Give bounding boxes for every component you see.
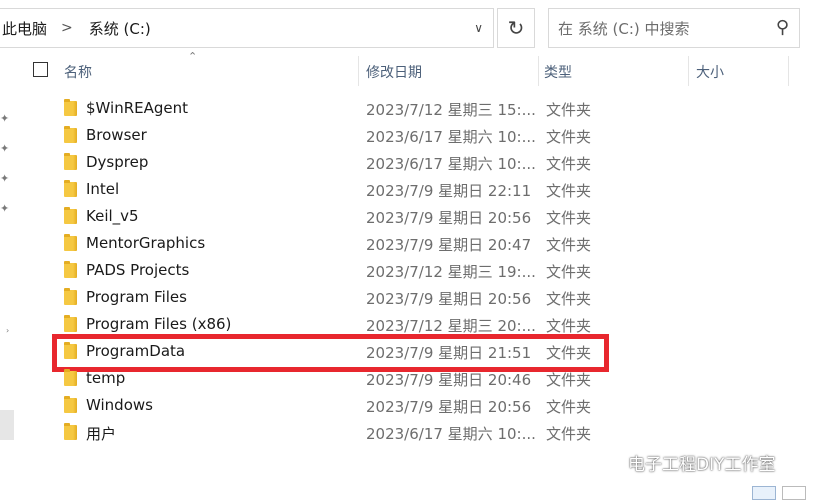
file-name[interactable]: Program Files (x86)	[86, 315, 231, 333]
file-type: 文件夹	[546, 236, 592, 254]
select-all-checkbox[interactable]	[33, 62, 48, 77]
table-row[interactable]: Program Files (x86) 2023/7/12 星期三 20:...…	[0, 311, 824, 338]
table-row[interactable]: PADS Projects 2023/7/12 星期三 19:... 文件夹	[0, 257, 824, 284]
breadcrumb-system-c[interactable]: 系统 (C:)	[87, 18, 151, 39]
file-date: 2023/7/12 星期三 20:...	[366, 317, 536, 335]
file-date: 2023/7/9 星期日 21:51	[366, 344, 532, 362]
file-date: 2023/7/9 星期日 20:46	[366, 371, 532, 389]
table-row[interactable]: Dysprep 2023/6/17 星期六 10:... 文件夹	[0, 149, 824, 176]
table-row-highlighted[interactable]: ProgramData 2023/7/9 星期日 21:51 文件夹	[0, 338, 824, 365]
table-row[interactable]: Browser 2023/6/17 星期六 10:... 文件夹	[0, 122, 824, 149]
file-date: 2023/7/9 星期日 22:11	[366, 182, 532, 200]
sort-ascending-icon: ⌃	[188, 50, 198, 63]
watermark-text: 电子工程DIY工作室	[628, 455, 776, 475]
file-date: 2023/7/9 星期日 20:47	[366, 236, 532, 254]
file-type: 文件夹	[546, 317, 592, 335]
folder-icon	[64, 315, 77, 332]
file-type: 文件夹	[546, 425, 592, 443]
folder-icon	[64, 396, 77, 413]
file-type: 文件夹	[546, 101, 592, 119]
file-date: 2023/6/17 星期六 10:...	[366, 425, 536, 443]
folder-icon	[64, 342, 77, 359]
table-row[interactable]: Windows 2023/7/9 星期日 20:56 文件夹	[0, 392, 824, 419]
search-icon[interactable]: ⚲	[776, 17, 789, 38]
table-row[interactable]: Keil_v5 2023/7/9 星期日 20:56 文件夹	[0, 203, 824, 230]
file-date: 2023/6/17 星期六 10:...	[366, 128, 536, 146]
folder-icon	[64, 126, 77, 143]
column-date[interactable]: 修改日期	[366, 62, 422, 82]
refresh-icon: ↻	[507, 16, 525, 40]
search-placeholder: 在 系统 (C:) 中搜索	[558, 19, 690, 38]
table-row[interactable]: Intel 2023/7/9 星期日 22:11 文件夹	[0, 176, 824, 203]
address-bar[interactable]: 此电脑 > 系统 (C:) ∨	[0, 8, 494, 48]
file-type: 文件夹	[546, 398, 592, 416]
file-type: 文件夹	[546, 263, 592, 281]
column-divider[interactable]	[688, 56, 689, 86]
file-name[interactable]: 用户	[86, 423, 116, 444]
folder-icon	[64, 153, 77, 170]
file-date: 2023/7/9 星期日 20:56	[366, 290, 532, 308]
table-row[interactable]: MentorGraphics 2023/7/9 星期日 20:47 文件夹	[0, 230, 824, 257]
column-type[interactable]: 类型	[544, 62, 572, 82]
file-name[interactable]: PADS Projects	[86, 261, 189, 279]
file-name[interactable]: Browser	[86, 126, 147, 144]
column-header: ⌃ 名称 修改日期 类型 大小	[22, 50, 812, 86]
folder-icon	[64, 261, 77, 278]
folder-icon	[64, 99, 77, 116]
file-name[interactable]: Windows	[86, 396, 153, 414]
file-date: 2023/6/17 星期六 10:...	[366, 155, 536, 173]
breadcrumb-this-pc[interactable]: 此电脑	[0, 18, 47, 39]
file-name[interactable]: Dysprep	[86, 153, 148, 171]
folder-icon	[64, 207, 77, 224]
file-type: 文件夹	[546, 344, 592, 362]
folder-icon	[64, 423, 77, 440]
file-date: 2023/7/9 星期日 20:56	[366, 398, 532, 416]
file-type: 文件夹	[546, 290, 592, 308]
refresh-button[interactable]: ↻	[497, 8, 535, 48]
file-name[interactable]: Program Files	[86, 288, 187, 306]
wechat-logo-icon	[598, 454, 620, 471]
file-name[interactable]: ProgramData	[86, 342, 185, 360]
file-name[interactable]: Keil_v5	[86, 207, 139, 225]
file-name[interactable]: temp	[86, 369, 125, 387]
file-date: 2023/7/12 星期三 19:...	[366, 263, 536, 281]
table-row[interactable]: $WinREAgent 2023/7/12 星期三 15:... 文件夹	[0, 95, 824, 122]
table-row[interactable]: 用户 2023/6/17 星期六 10:... 文件夹	[0, 419, 824, 446]
table-row[interactable]: temp 2023/7/9 星期日 20:46 文件夹	[0, 365, 824, 392]
file-name[interactable]: MentorGraphics	[86, 234, 205, 252]
column-name[interactable]: 名称	[64, 62, 92, 82]
folder-icon	[64, 234, 77, 251]
file-type: 文件夹	[546, 182, 592, 200]
folder-icon	[64, 369, 77, 386]
file-date: 2023/7/9 星期日 20:56	[366, 209, 532, 227]
column-divider[interactable]	[538, 56, 539, 86]
folder-icon	[64, 180, 77, 197]
search-box[interactable]: 在 系统 (C:) 中搜索 ⚲	[548, 8, 800, 48]
file-type: 文件夹	[546, 209, 592, 227]
address-dropdown-icon[interactable]: ∨	[474, 21, 483, 35]
file-type: 文件夹	[546, 155, 592, 173]
column-divider[interactable]	[788, 56, 789, 86]
file-name[interactable]: $WinREAgent	[86, 99, 188, 117]
column-size[interactable]: 大小	[696, 62, 724, 82]
breadcrumb-separator-icon[interactable]: >	[61, 20, 73, 36]
table-row[interactable]: Program Files 2023/7/9 星期日 20:56 文件夹	[0, 284, 824, 311]
file-type: 文件夹	[546, 371, 592, 389]
watermark: 电子工程DIY工作室	[598, 450, 776, 475]
file-name[interactable]: Intel	[86, 180, 119, 198]
folder-icon	[64, 288, 77, 305]
file-type: 文件夹	[546, 128, 592, 146]
file-date: 2023/7/12 星期三 15:...	[366, 101, 536, 119]
column-divider[interactable]	[358, 56, 359, 86]
